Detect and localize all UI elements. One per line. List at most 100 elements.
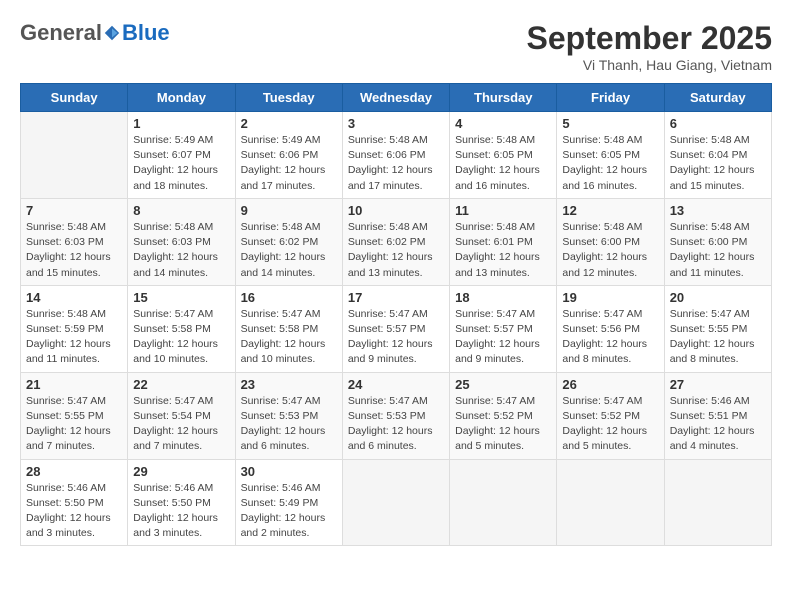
calendar-table: SundayMondayTuesdayWednesdayThursdayFrid… — [20, 83, 772, 546]
calendar-header-row: SundayMondayTuesdayWednesdayThursdayFrid… — [21, 84, 772, 112]
day-number: 3 — [348, 116, 444, 131]
day-info: Sunrise: 5:46 AM Sunset: 5:50 PM Dayligh… — [26, 481, 122, 542]
day-info: Sunrise: 5:47 AM Sunset: 5:58 PM Dayligh… — [241, 307, 337, 368]
day-number: 16 — [241, 290, 337, 305]
column-header-friday: Friday — [557, 84, 664, 112]
day-info: Sunrise: 5:47 AM Sunset: 5:57 PM Dayligh… — [348, 307, 444, 368]
calendar-cell: 6Sunrise: 5:48 AM Sunset: 6:04 PM Daylig… — [664, 112, 771, 199]
calendar-week-row: 7Sunrise: 5:48 AM Sunset: 6:03 PM Daylig… — [21, 198, 772, 285]
day-number: 9 — [241, 203, 337, 218]
day-info: Sunrise: 5:48 AM Sunset: 6:00 PM Dayligh… — [670, 220, 766, 281]
calendar-cell: 26Sunrise: 5:47 AM Sunset: 5:52 PM Dayli… — [557, 372, 664, 459]
calendar-cell — [664, 459, 771, 546]
day-info: Sunrise: 5:47 AM Sunset: 5:52 PM Dayligh… — [455, 394, 551, 455]
calendar-cell: 30 Sunrise: 5:46 AM Sunset: 5:49 PM Dayli… — [235, 459, 342, 546]
day-number: 1 — [133, 116, 229, 131]
day-info: Sunrise: 5:48 AM Sunset: 6:03 PM Dayligh… — [26, 220, 122, 281]
calendar-cell: 25 Sunrise: 5:47 AM Sunset: 5:52 PM Dayli… — [450, 372, 557, 459]
calendar-cell: 3 Sunrise: 5:48 AM Sunset: 6:06 PM Daylig… — [342, 112, 449, 199]
calendar-cell: 7Sunrise: 5:48 AM Sunset: 6:03 PM Daylig… — [21, 198, 128, 285]
day-info: Sunrise: 5:48 AM Sunset: 6:05 PM Dayligh… — [455, 133, 551, 194]
calendar-cell: 24 Sunrise: 5:47 AM Sunset: 5:53 PM Dayli… — [342, 372, 449, 459]
day-info: Sunrise: 5:47 AM Sunset: 5:56 PM Dayligh… — [562, 307, 658, 368]
day-number: 4 — [455, 116, 551, 131]
day-info: Sunrise: 5:48 AM Sunset: 6:01 PM Dayligh… — [455, 220, 551, 281]
logo-blue-text: Blue — [122, 20, 170, 46]
day-number: 11 — [455, 203, 551, 218]
calendar-cell: 28 Sunrise: 5:46 AM Sunset: 5:50 PM Dayli… — [21, 459, 128, 546]
calendar-week-row: 1 Sunrise: 5:49 AM Sunset: 6:07 PM Daylig… — [21, 112, 772, 199]
day-number: 5 — [562, 116, 658, 131]
day-info: Sunrise: 5:48 AM Sunset: 6:02 PM Dayligh… — [241, 220, 337, 281]
day-info: Sunrise: 5:48 AM Sunset: 5:59 PM Dayligh… — [26, 307, 122, 368]
day-number: 30 — [241, 464, 337, 479]
calendar-cell: 20Sunrise: 5:47 AM Sunset: 5:55 PM Dayli… — [664, 285, 771, 372]
day-number: 24 — [348, 377, 444, 392]
calendar-cell: 16 Sunrise: 5:47 AM Sunset: 5:58 PM Dayli… — [235, 285, 342, 372]
calendar-cell: 21 Sunrise: 5:47 AM Sunset: 5:55 PM Dayli… — [21, 372, 128, 459]
day-info: Sunrise: 5:46 AM Sunset: 5:49 PM Dayligh… — [241, 481, 337, 542]
title-block: September 2025 Vi Thanh, Hau Giang, Viet… — [527, 20, 772, 73]
calendar-cell — [21, 112, 128, 199]
calendar-cell: 9 Sunrise: 5:48 AM Sunset: 6:02 PM Daylig… — [235, 198, 342, 285]
day-number: 6 — [670, 116, 766, 131]
calendar-cell: 27 Sunrise: 5:46 AM Sunset: 5:51 PM Dayli… — [664, 372, 771, 459]
calendar-cell: 1 Sunrise: 5:49 AM Sunset: 6:07 PM Daylig… — [128, 112, 235, 199]
day-info: Sunrise: 5:46 AM Sunset: 5:50 PM Dayligh… — [133, 481, 229, 542]
column-header-tuesday: Tuesday — [235, 84, 342, 112]
day-number: 28 — [26, 464, 122, 479]
logo-icon — [103, 24, 121, 42]
calendar-week-row: 21 Sunrise: 5:47 AM Sunset: 5:55 PM Dayli… — [21, 372, 772, 459]
calendar-cell: 5 Sunrise: 5:48 AM Sunset: 6:05 PM Daylig… — [557, 112, 664, 199]
day-number: 26 — [562, 377, 658, 392]
calendar-cell: 22 Sunrise: 5:47 AM Sunset: 5:54 PM Dayli… — [128, 372, 235, 459]
month-title: September 2025 — [527, 20, 772, 57]
day-info: Sunrise: 5:48 AM Sunset: 6:03 PM Dayligh… — [133, 220, 229, 281]
calendar-cell — [342, 459, 449, 546]
calendar-cell: 18 Sunrise: 5:47 AM Sunset: 5:57 PM Dayli… — [450, 285, 557, 372]
day-number: 14 — [26, 290, 122, 305]
day-number: 2 — [241, 116, 337, 131]
day-info: Sunrise: 5:47 AM Sunset: 5:57 PM Dayligh… — [455, 307, 551, 368]
calendar-cell: 17 Sunrise: 5:47 AM Sunset: 5:57 PM Dayli… — [342, 285, 449, 372]
calendar-week-row: 14 Sunrise: 5:48 AM Sunset: 5:59 PM Dayli… — [21, 285, 772, 372]
day-number: 25 — [455, 377, 551, 392]
calendar-cell: 29 Sunrise: 5:46 AM Sunset: 5:50 PM Dayli… — [128, 459, 235, 546]
day-number: 23 — [241, 377, 337, 392]
page-header: General Blue September 2025 Vi Thanh, Ha… — [20, 20, 772, 73]
day-info: Sunrise: 5:47 AM Sunset: 5:54 PM Dayligh… — [133, 394, 229, 455]
day-number: 8 — [133, 203, 229, 218]
day-number: 29 — [133, 464, 229, 479]
day-info: Sunrise: 5:47 AM Sunset: 5:53 PM Dayligh… — [241, 394, 337, 455]
day-number: 17 — [348, 290, 444, 305]
day-info: Sunrise: 5:48 AM Sunset: 6:05 PM Dayligh… — [562, 133, 658, 194]
day-info: Sunrise: 5:49 AM Sunset: 6:07 PM Dayligh… — [133, 133, 229, 194]
calendar-cell: 11 Sunrise: 5:48 AM Sunset: 6:01 PM Dayli… — [450, 198, 557, 285]
day-number: 18 — [455, 290, 551, 305]
day-info: Sunrise: 5:47 AM Sunset: 5:55 PM Dayligh… — [26, 394, 122, 455]
day-info: Sunrise: 5:48 AM Sunset: 6:00 PM Dayligh… — [562, 220, 658, 281]
day-number: 27 — [670, 377, 766, 392]
day-number: 21 — [26, 377, 122, 392]
location: Vi Thanh, Hau Giang, Vietnam — [527, 57, 772, 73]
calendar-cell: 19Sunrise: 5:47 AM Sunset: 5:56 PM Dayli… — [557, 285, 664, 372]
calendar-cell: 4 Sunrise: 5:48 AM Sunset: 6:05 PM Daylig… — [450, 112, 557, 199]
calendar-cell — [557, 459, 664, 546]
day-number: 15 — [133, 290, 229, 305]
column-header-sunday: Sunday — [21, 84, 128, 112]
calendar-cell: 2 Sunrise: 5:49 AM Sunset: 6:06 PM Daylig… — [235, 112, 342, 199]
day-info: Sunrise: 5:49 AM Sunset: 6:06 PM Dayligh… — [241, 133, 337, 194]
calendar-cell: 13Sunrise: 5:48 AM Sunset: 6:00 PM Dayli… — [664, 198, 771, 285]
day-info: Sunrise: 5:47 AM Sunset: 5:55 PM Dayligh… — [670, 307, 766, 368]
day-info: Sunrise: 5:46 AM Sunset: 5:51 PM Dayligh… — [670, 394, 766, 455]
column-header-thursday: Thursday — [450, 84, 557, 112]
calendar-week-row: 28 Sunrise: 5:46 AM Sunset: 5:50 PM Dayli… — [21, 459, 772, 546]
day-info: Sunrise: 5:47 AM Sunset: 5:53 PM Dayligh… — [348, 394, 444, 455]
calendar-cell: 14 Sunrise: 5:48 AM Sunset: 5:59 PM Dayli… — [21, 285, 128, 372]
column-header-wednesday: Wednesday — [342, 84, 449, 112]
day-number: 22 — [133, 377, 229, 392]
day-info: Sunrise: 5:48 AM Sunset: 6:02 PM Dayligh… — [348, 220, 444, 281]
calendar-cell: 12Sunrise: 5:48 AM Sunset: 6:00 PM Dayli… — [557, 198, 664, 285]
calendar-cell: 8 Sunrise: 5:48 AM Sunset: 6:03 PM Daylig… — [128, 198, 235, 285]
day-info: Sunrise: 5:48 AM Sunset: 6:06 PM Dayligh… — [348, 133, 444, 194]
